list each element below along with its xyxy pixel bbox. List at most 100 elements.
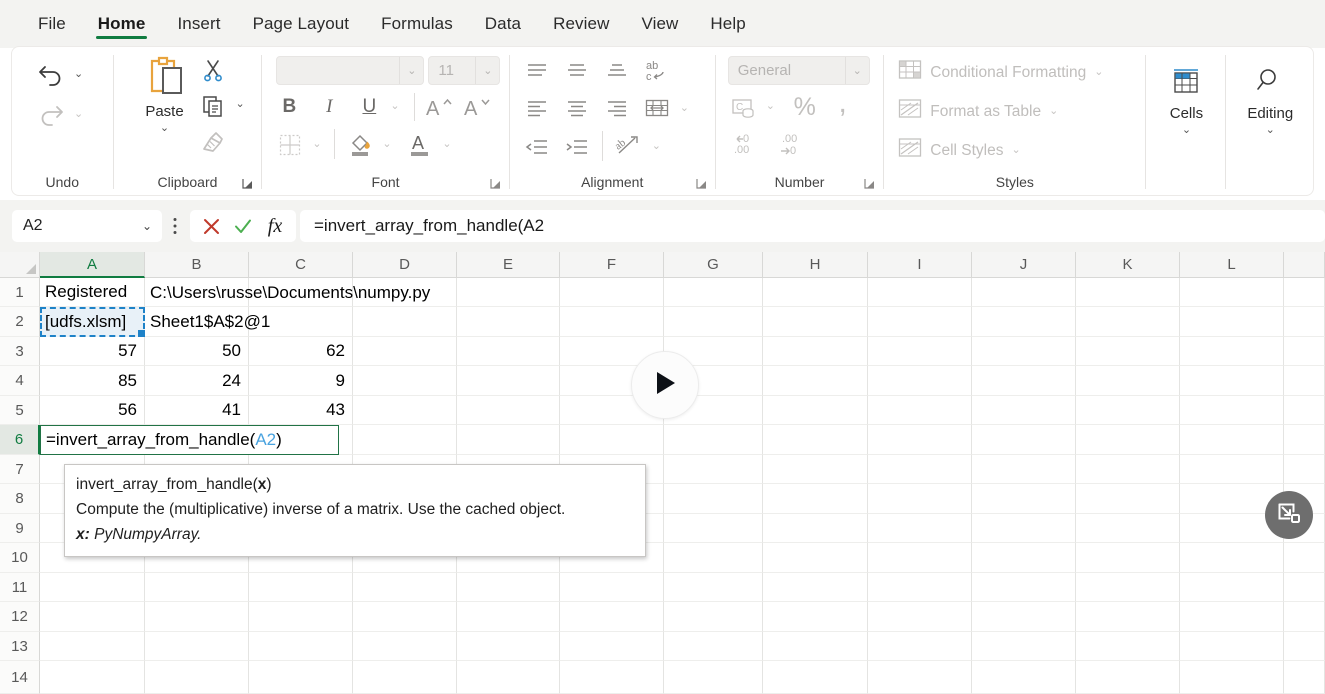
chevron-down-icon[interactable]: ⌄: [399, 57, 423, 84]
cell-J4[interactable]: [972, 366, 1076, 396]
text-orientation-icon[interactable]: ab: [612, 131, 646, 161]
cell-M7[interactable]: [1284, 455, 1325, 484]
dialog-launcher-icon[interactable]: [863, 177, 877, 191]
cell-B5[interactable]: 41: [145, 396, 249, 425]
cell-G13[interactable]: [664, 632, 763, 661]
cell-M3[interactable]: [1284, 337, 1325, 366]
cell-I3[interactable]: [868, 337, 972, 366]
cell-G14[interactable]: [664, 661, 763, 694]
cell-J13[interactable]: [972, 632, 1076, 661]
cell-K8[interactable]: [1076, 484, 1180, 514]
cell-J12[interactable]: [972, 602, 1076, 632]
cell-M1[interactable]: [1284, 278, 1325, 307]
copy-marquee-handle[interactable]: [138, 330, 145, 337]
cell-A1[interactable]: Registered: [40, 278, 145, 307]
tab-page-layout[interactable]: Page Layout: [237, 0, 366, 48]
cell-A5[interactable]: 56: [40, 396, 145, 425]
cell-I4[interactable]: [868, 366, 972, 396]
cell-H1[interactable]: [763, 278, 868, 307]
cell-B12[interactable]: [145, 602, 249, 632]
cell-A11[interactable]: [40, 573, 145, 602]
column-header-G[interactable]: G: [664, 252, 763, 278]
cell-G7[interactable]: [664, 455, 763, 484]
cell-E4[interactable]: [457, 366, 560, 396]
cell-E2[interactable]: [457, 307, 560, 337]
formula-input[interactable]: =invert_array_from_handle(A2: [300, 210, 1325, 242]
column-header-B[interactable]: B: [145, 252, 249, 278]
column-header-A[interactable]: A: [40, 252, 145, 278]
cell-G6[interactable]: [664, 425, 763, 455]
tab-review[interactable]: Review: [537, 0, 625, 48]
cell-J5[interactable]: [972, 396, 1076, 425]
active-cell-editor-A6[interactable]: =invert_array_from_handle(A2): [40, 425, 339, 455]
wrap-text-icon[interactable]: ab c: [640, 55, 674, 85]
cell-M5[interactable]: [1284, 396, 1325, 425]
fx-insert-function-icon[interactable]: fx: [260, 212, 290, 240]
cell-K14[interactable]: [1076, 661, 1180, 694]
cell-K9[interactable]: [1076, 514, 1180, 543]
cell-K13[interactable]: [1076, 632, 1180, 661]
cell-C13[interactable]: [249, 632, 353, 661]
column-header-F[interactable]: F: [560, 252, 664, 278]
chevron-down-icon[interactable]: ⌄: [142, 219, 152, 233]
cell-A4[interactable]: 85: [40, 366, 145, 396]
cells-button[interactable]: Cells ⌄: [1154, 65, 1218, 136]
row-header-2[interactable]: 2: [0, 307, 40, 337]
cell-H8[interactable]: [763, 484, 868, 514]
borders-icon[interactable]: [274, 131, 306, 159]
cell-M14[interactable]: [1284, 661, 1325, 694]
cell-H11[interactable]: [763, 573, 868, 602]
name-box[interactable]: A2 ⌄: [12, 210, 162, 242]
cell-D11[interactable]: [353, 573, 457, 602]
cell-M6[interactable]: [1284, 425, 1325, 455]
cell-K2[interactable]: [1076, 307, 1180, 337]
cell-M4[interactable]: [1284, 366, 1325, 396]
column-header-D[interactable]: D: [353, 252, 457, 278]
cell-K6[interactable]: [1076, 425, 1180, 455]
align-center-icon[interactable]: [560, 95, 594, 123]
row-header-9[interactable]: 9: [0, 514, 40, 543]
cell-E3[interactable]: [457, 337, 560, 366]
cell-H13[interactable]: [763, 632, 868, 661]
conditional-formatting-button[interactable]: Conditional Formatting ⌄: [898, 59, 1103, 86]
row-header-6[interactable]: 6: [0, 425, 40, 455]
cell-A13[interactable]: [40, 632, 145, 661]
increase-font-size-icon[interactable]: A: [422, 93, 456, 121]
cell-G11[interactable]: [664, 573, 763, 602]
cell-I7[interactable]: [868, 455, 972, 484]
cell-B4[interactable]: 24: [145, 366, 249, 396]
cell-H14[interactable]: [763, 661, 868, 694]
cell-C4[interactable]: 9: [249, 366, 353, 396]
cell-F1[interactable]: [560, 278, 664, 307]
play-button[interactable]: [631, 351, 699, 419]
cell-I12[interactable]: [868, 602, 972, 632]
fill-color-chevron-down-icon[interactable]: ⌄: [382, 139, 391, 150]
cell-M11[interactable]: [1284, 573, 1325, 602]
cell-E6[interactable]: [457, 425, 560, 455]
decrease-decimal-icon[interactable]: 0.00: [728, 129, 768, 159]
format-as-table-button[interactable]: Format as Table ⌄: [898, 98, 1058, 125]
cell-G9[interactable]: [664, 514, 763, 543]
align-left-icon[interactable]: [520, 95, 554, 123]
column-header-H[interactable]: H: [763, 252, 868, 278]
cell-D13[interactable]: [353, 632, 457, 661]
fill-color-icon[interactable]: [344, 129, 378, 159]
cell-C14[interactable]: [249, 661, 353, 694]
decrease-indent-icon[interactable]: [520, 133, 554, 161]
cell-I5[interactable]: [868, 396, 972, 425]
cell-E1[interactable]: [457, 278, 560, 307]
cell-L4[interactable]: [1180, 366, 1284, 396]
cell-J8[interactable]: [972, 484, 1076, 514]
cell-L2[interactable]: [1180, 307, 1284, 337]
column-header-K[interactable]: K: [1076, 252, 1180, 278]
cell-E13[interactable]: [457, 632, 560, 661]
row-header-14[interactable]: 14: [0, 661, 40, 694]
cell-F6[interactable]: [560, 425, 664, 455]
cell-L11[interactable]: [1180, 573, 1284, 602]
row-header-1[interactable]: 1: [0, 278, 40, 307]
cell-L14[interactable]: [1180, 661, 1284, 694]
cell-F11[interactable]: [560, 573, 664, 602]
cells-chevron-down-icon[interactable]: ⌄: [1182, 125, 1191, 136]
tab-home[interactable]: Home: [82, 0, 162, 48]
tab-view[interactable]: View: [625, 0, 694, 48]
